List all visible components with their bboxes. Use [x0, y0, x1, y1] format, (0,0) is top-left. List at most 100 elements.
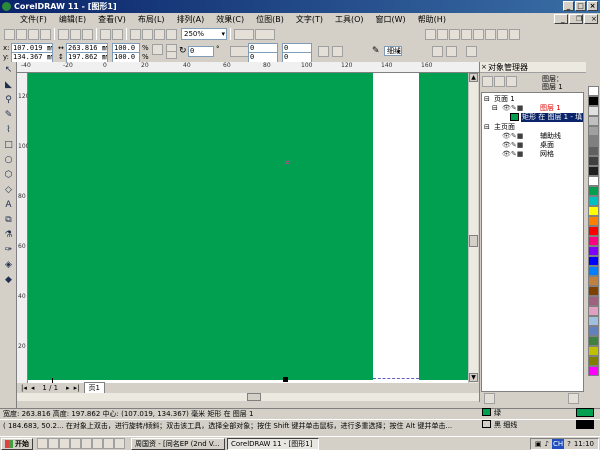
palette-swatch[interactable]	[588, 216, 599, 226]
palette-swatch[interactable]	[588, 316, 599, 326]
palette-swatch[interactable]	[588, 176, 599, 186]
zoom-combo[interactable]: 250%	[181, 28, 227, 40]
smart-tool-icon[interactable]: ⌇	[2, 124, 15, 137]
quicklaunch-app-icon[interactable]	[92, 438, 103, 449]
menu-layout[interactable]: 布局(L)	[132, 14, 171, 25]
tree-item-rectangle[interactable]: 矩形 在 图层 1 - 填	[521, 113, 584, 122]
next-page-icon[interactable]: ▸	[66, 384, 70, 392]
tree-item-desktop[interactable]: 桌面	[540, 141, 554, 150]
scroll-down-icon[interactable]: ▼	[469, 373, 478, 382]
palette-swatch[interactable]	[588, 196, 599, 206]
docker-close-icon[interactable]: ×	[481, 63, 487, 71]
order-back-icon[interactable]	[461, 28, 472, 40]
export-icon[interactable]	[142, 28, 153, 40]
group-icon[interactable]	[473, 28, 484, 40]
menu-edit[interactable]: 编辑(E)	[53, 14, 92, 25]
quicklaunch-media-icon[interactable]	[70, 438, 81, 449]
doc-close-button[interactable]: ×	[584, 14, 598, 24]
tree-item-guides[interactable]: 辅助线	[540, 132, 561, 141]
palette-swatch[interactable]	[588, 226, 599, 236]
tray-volume-icon[interactable]: ♪	[544, 439, 548, 449]
corner-round-icon[interactable]	[318, 46, 329, 57]
palette-swatch[interactable]	[588, 306, 599, 316]
tree-item-master-page[interactable]: 主页面	[494, 123, 515, 132]
palette-swatch[interactable]	[588, 346, 599, 356]
drawing-canvas[interactable]: ×	[28, 73, 468, 383]
outline-indicator[interactable]	[576, 420, 594, 429]
expand-icon[interactable]: ⊟	[492, 104, 498, 113]
palette-swatch[interactable]	[588, 326, 599, 336]
polygon-tool-icon[interactable]: ⬡	[2, 169, 15, 182]
ime-indicator[interactable]: CH	[551, 439, 565, 449]
maximize-button[interactable]: □	[575, 1, 586, 11]
last-page-icon[interactable]: ▸|	[74, 384, 80, 392]
menu-view[interactable]: 查看(V)	[92, 14, 132, 25]
new-icon[interactable]	[4, 28, 15, 40]
interactive-blend-icon[interactable]: ⧉	[2, 214, 15, 227]
menu-text[interactable]: 文字(T)	[290, 14, 329, 25]
options-icon[interactable]	[255, 28, 275, 40]
text-tool-icon[interactable]: A	[2, 199, 15, 212]
selection-handle[interactable]	[283, 377, 288, 382]
scroll-thumb[interactable]	[469, 235, 478, 247]
doc-restore-button[interactable]: ❐	[569, 14, 583, 24]
palette-swatch[interactable]	[588, 186, 599, 196]
menu-effects[interactable]: 效果(C)	[210, 14, 250, 25]
tray-network-icon[interactable]: ▣	[535, 439, 542, 449]
quicklaunch-desktop-icon[interactable]	[59, 438, 70, 449]
fill-tool-icon[interactable]: ◈	[2, 259, 15, 272]
save-icon[interactable]	[28, 28, 39, 40]
start-button[interactable]: 开始	[1, 437, 33, 450]
skew-mode-icon[interactable]	[230, 46, 250, 57]
menu-arrange[interactable]: 排列(A)	[171, 14, 211, 25]
prev-page-icon[interactable]: ◂	[31, 384, 35, 392]
new-layer-icon[interactable]	[484, 393, 495, 404]
doc-minimize-button[interactable]: _	[554, 14, 568, 24]
app-launcher-icon[interactable]	[154, 28, 165, 40]
green-rectangle-left[interactable]	[28, 73, 373, 380]
basic-shapes-icon[interactable]: ◇	[2, 184, 15, 197]
zoom-tool-icon[interactable]: ⚲	[2, 94, 15, 107]
tree-item-layer1[interactable]: 图层 1	[540, 104, 561, 113]
first-page-icon[interactable]: |◂	[21, 384, 27, 392]
rectangle-tool-icon[interactable]: □	[2, 139, 15, 152]
layer-manager-view-icon[interactable]	[506, 76, 517, 87]
cut-icon[interactable]	[58, 28, 69, 40]
palette-swatch[interactable]	[588, 116, 599, 126]
lock-ratio-icon[interactable]	[152, 44, 163, 55]
vertical-scrollbar[interactable]: ▲ ▼	[468, 73, 478, 383]
align-icon[interactable]	[437, 28, 448, 40]
palette-swatch[interactable]	[588, 246, 599, 256]
palette-swatch[interactable]	[588, 96, 599, 106]
copy-icon[interactable]	[70, 28, 81, 40]
to-front-icon[interactable]	[432, 46, 443, 57]
green-rectangle-right[interactable]	[419, 73, 468, 380]
palette-swatch[interactable]	[588, 126, 599, 136]
quicklaunch-app-icon[interactable]	[81, 438, 92, 449]
mirror-v-icon[interactable]	[166, 51, 177, 59]
print-icon[interactable]	[40, 28, 51, 40]
palette-swatch[interactable]	[588, 166, 599, 176]
menu-window[interactable]: 窗口(W)	[370, 14, 412, 25]
layer-visibility-icons[interactable]: 👁✎■	[502, 141, 523, 150]
edit-across-layers-icon[interactable]	[494, 76, 505, 87]
palette-swatch[interactable]	[588, 266, 599, 276]
wrap-text-icon[interactable]	[332, 46, 343, 57]
paste-icon[interactable]	[82, 28, 93, 40]
horizontal-scrollbar[interactable]	[17, 393, 479, 401]
palette-swatch[interactable]	[588, 236, 599, 246]
transform-icon[interactable]	[425, 28, 436, 40]
menu-file[interactable]: 文件(F)	[14, 14, 53, 25]
palette-swatch[interactable]	[588, 106, 599, 116]
interactive-fill-icon[interactable]: ◆	[2, 274, 15, 287]
eyedropper-tool-icon[interactable]: ⚗	[2, 229, 15, 242]
minimize-button[interactable]: _	[563, 1, 574, 11]
ungroup-icon[interactable]	[485, 28, 496, 40]
layer-visibility-icons[interactable]: 👁✎■	[502, 104, 523, 113]
palette-swatch[interactable]	[588, 86, 599, 96]
combine-icon[interactable]	[497, 28, 508, 40]
delete-layer-icon[interactable]	[568, 393, 579, 404]
palette-swatch[interactable]	[588, 136, 599, 146]
rotation-field[interactable]: 0	[188, 46, 214, 57]
expand-icon[interactable]: ⊟	[484, 95, 490, 104]
